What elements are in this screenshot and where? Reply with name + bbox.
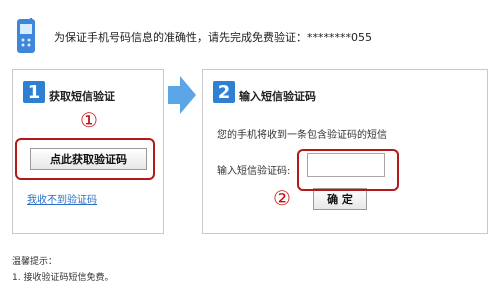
mobile-phone-icon (12, 18, 40, 56)
step2-title: 输入短信验证码 (239, 90, 316, 103)
tips-item: 1. 接收验证码短信免费。 (12, 273, 114, 283)
arrow-right-icon (168, 76, 196, 114)
step-marker-1: ① (80, 108, 98, 132)
sms-code-input[interactable] (307, 153, 385, 177)
step1-panel: 1 获取短信验证 点此获取验证码 我收不到验证码 (12, 69, 164, 234)
step-marker-2: ② (273, 186, 291, 210)
step2-badge: 2 (213, 81, 235, 103)
step2-panel: 2 输入短信验证码 您的手机将收到一条包含验证码的短信 输入短信验证码: 确 定 (202, 69, 488, 234)
sms-description: 您的手机将收到一条包含验证码的短信 (217, 130, 387, 141)
code-field-label: 输入短信验证码: (217, 166, 291, 177)
confirm-button[interactable]: 确 定 (313, 188, 367, 210)
step1-title: 获取短信验证 (49, 90, 115, 103)
tips-title: 温馨提示： (12, 257, 58, 267)
get-code-button[interactable]: 点此获取验证码 (30, 148, 147, 170)
step1-badge: 1 (23, 81, 45, 103)
verification-message: 为保证手机号码信息的准确性，请先完成免费验证：********055 (54, 31, 372, 44)
no-sms-link[interactable]: 我收不到验证码 (27, 191, 97, 206)
